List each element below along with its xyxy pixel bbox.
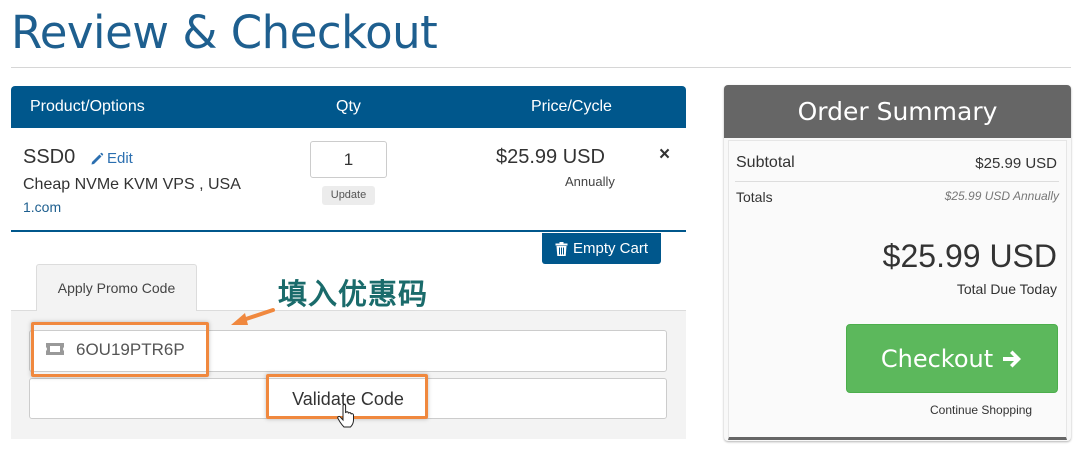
title-divider (11, 67, 1071, 68)
pencil-icon (91, 152, 104, 164)
summary-divider (735, 181, 1059, 182)
product-price: $25.99 USD (496, 146, 605, 168)
empty-cart-button[interactable]: Empty Cart (542, 233, 661, 264)
total-amount: $25.99 USD (882, 238, 1057, 274)
subtotal-value: $25.99 USD (975, 155, 1057, 172)
checkout-button[interactable]: Checkout (846, 324, 1058, 393)
edit-product-link[interactable]: Edit (90, 150, 133, 167)
product-domain: 1.com (23, 199, 62, 215)
continue-shopping-link[interactable]: Continue Shopping (930, 403, 1032, 417)
cart-table-header: Product/Options Qty Price/Cycle (11, 86, 686, 128)
cart-bottom-divider (11, 230, 686, 232)
product-description: Cheap NVMe KVM VPS , USA (23, 176, 241, 193)
product-name: SSD0 (23, 146, 76, 168)
column-header-product: Product/Options (30, 98, 145, 115)
tab-apply-promo-code[interactable]: Apply Promo Code (36, 264, 197, 311)
totals-value: $25.99 USD Annually (944, 189, 1059, 203)
quantity-input[interactable]: 1 (310, 141, 387, 178)
edit-label: Edit (107, 150, 133, 167)
annotation-highlight-promo-input (31, 322, 209, 377)
checkout-label: Checkout (880, 344, 994, 373)
order-summary-title: Order Summary (724, 85, 1071, 138)
annotation-arrow-icon (231, 308, 275, 325)
hand-cursor-icon (337, 404, 355, 428)
totals-label: Totals (736, 189, 773, 205)
empty-cart-label: Empty Cart (572, 240, 648, 257)
subtotal-label: Subtotal (736, 154, 795, 171)
trash-icon (555, 241, 568, 256)
column-header-price: Price/Cycle (531, 98, 612, 115)
update-quantity-button[interactable]: Update (322, 186, 375, 205)
billing-cycle: Annually (565, 174, 615, 189)
arrow-right-icon (1003, 350, 1022, 367)
column-header-qty: Qty (336, 98, 361, 115)
remove-item-icon[interactable]: × (659, 144, 670, 166)
total-due-label: Total Due Today (956, 281, 1057, 297)
page-title: Review & Checkout (11, 6, 438, 59)
annotation-label: 填入优惠码 (278, 277, 429, 311)
